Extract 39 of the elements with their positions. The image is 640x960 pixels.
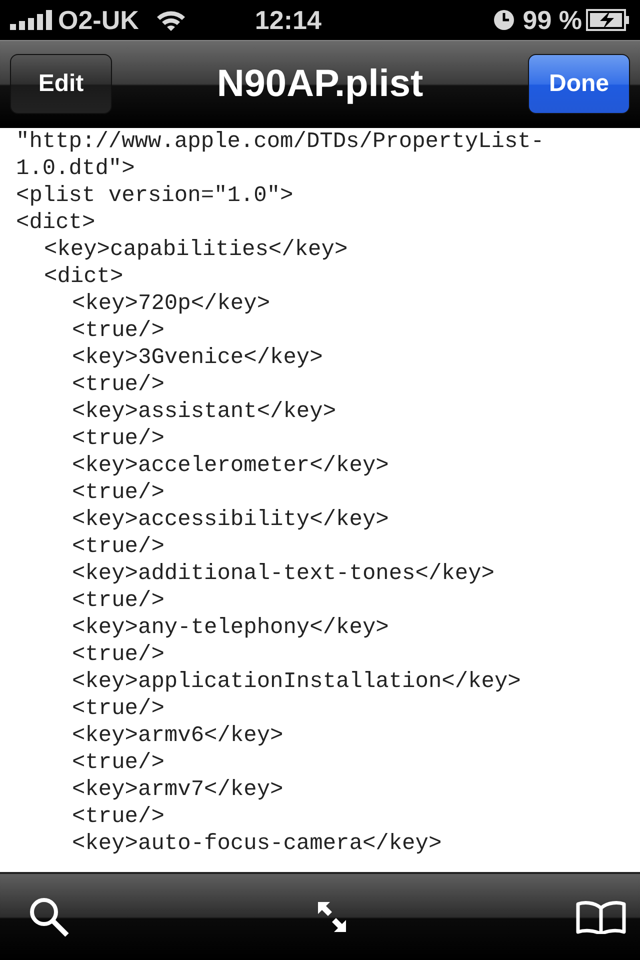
code-line: <dict> bbox=[16, 209, 96, 236]
done-button[interactable]: Done bbox=[528, 54, 630, 114]
code-line: <true/> bbox=[72, 371, 164, 398]
code-line: <key>capabilities</key> bbox=[44, 236, 348, 263]
expand-arrows-icon[interactable] bbox=[318, 902, 346, 932]
code-line: <true/> bbox=[72, 587, 164, 614]
battery-charging-icon bbox=[586, 9, 630, 31]
code-line: "http://www.apple.com/DTDs/PropertyList- bbox=[16, 128, 544, 155]
code-line: <plist version="1.0"> bbox=[16, 182, 294, 209]
search-icon[interactable] bbox=[28, 896, 70, 938]
code-line: <true/> bbox=[72, 695, 164, 722]
code-line: <true/> bbox=[72, 317, 164, 344]
code-line: <key>3Gvenice</key> bbox=[72, 344, 323, 371]
code-line: <key>auto-focus-camera</key> bbox=[72, 830, 442, 857]
code-line: <key>armv7</key> bbox=[72, 776, 284, 803]
code-line: <true/> bbox=[72, 479, 164, 506]
carrier-name: O2-UK bbox=[58, 4, 139, 36]
code-line: <true/> bbox=[72, 803, 164, 830]
code-line: <key>accelerometer</key> bbox=[72, 452, 389, 479]
clock-time: 12:14 bbox=[254, 4, 322, 36]
code-line: <true/> bbox=[72, 533, 164, 560]
code-line: <key>additional-text-tones</key> bbox=[72, 560, 494, 587]
code-line: <key>assistant</key> bbox=[72, 398, 336, 425]
nav-title: N90AP.plist bbox=[216, 62, 424, 106]
code-line: <key>armv6</key> bbox=[72, 722, 284, 749]
code-line: <key>accessibility</key> bbox=[72, 506, 389, 533]
clock-icon bbox=[492, 9, 515, 31]
code-line: <true/> bbox=[72, 425, 164, 452]
edit-button[interactable]: Edit bbox=[10, 54, 112, 114]
code-line: <true/> bbox=[72, 641, 164, 668]
signal-icon bbox=[10, 10, 54, 30]
code-line: <true/> bbox=[72, 749, 164, 776]
book-icon[interactable] bbox=[576, 900, 626, 934]
battery-percent: 99 % bbox=[522, 4, 582, 36]
code-line: <key>applicationInstallation</key> bbox=[72, 668, 521, 695]
code-line: 1.0.dtd"> bbox=[16, 155, 135, 182]
code-line: <key>any-telephony</key> bbox=[72, 614, 389, 641]
code-line: <dict> bbox=[44, 263, 124, 290]
code-line: <key>720p</key> bbox=[72, 290, 270, 317]
